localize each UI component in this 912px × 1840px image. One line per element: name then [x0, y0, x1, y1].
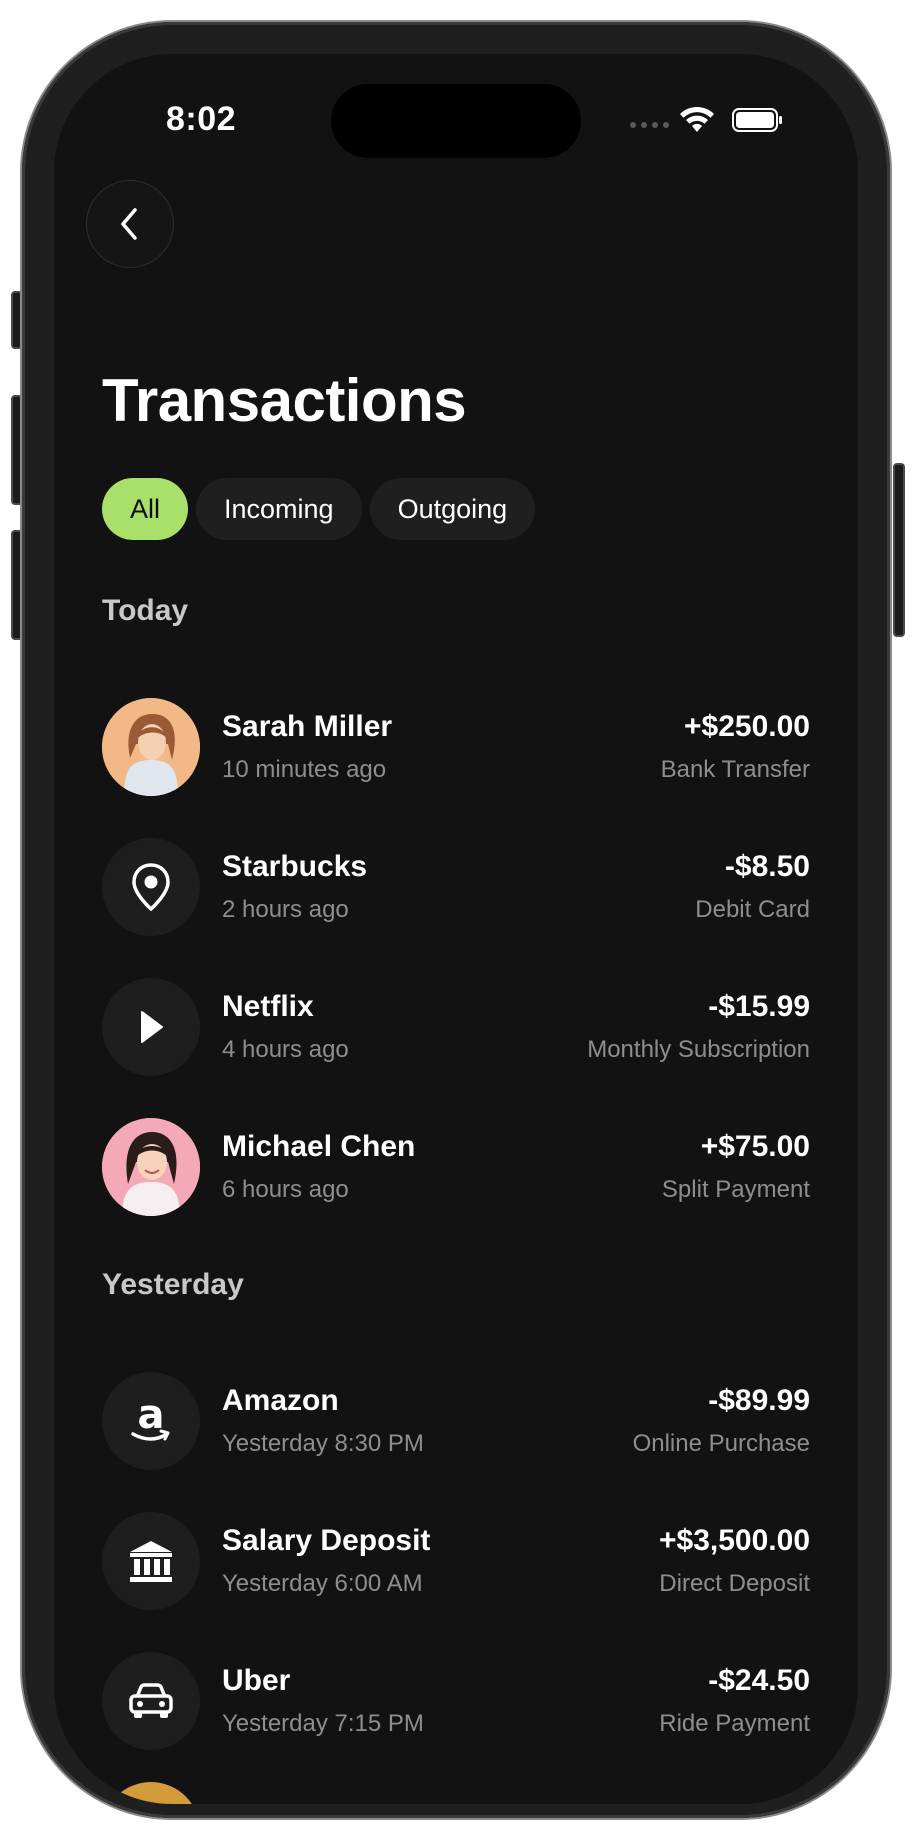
transaction-name: Amazon: [222, 1384, 339, 1417]
section-title-today: Today: [102, 594, 189, 627]
transaction-time: Yesterday 6:00 AM: [222, 1570, 423, 1597]
transaction-row[interactable]: Uber Yesterday 7:15 PM -$24.50 Ride Paym…: [102, 1652, 810, 1750]
transaction-time: 4 hours ago: [222, 1036, 349, 1063]
battery-icon: [732, 108, 782, 132]
transaction-name: Starbucks: [222, 850, 368, 883]
transaction-method: Split Payment: [661, 1176, 810, 1203]
location-pin-icon: [102, 838, 200, 936]
transaction-row[interactable]: Michael Chen 6 hours ago +$75.00 Split P…: [102, 1118, 810, 1216]
transaction-row[interactable]: Netflix 4 hours ago -$15.99 Monthly Subs…: [102, 978, 810, 1076]
transaction-time: 10 minutes ago: [222, 756, 387, 783]
transaction-amount: +$250.00: [684, 710, 810, 743]
transaction-amount: +$3,500.00: [659, 1524, 810, 1557]
transaction-row[interactable]: Salary Deposit Yesterday 6:00 AM +$3,500…: [102, 1512, 810, 1610]
filter-incoming-chip[interactable]: Incoming: [196, 478, 362, 540]
transaction-amount: -$8.50: [724, 850, 810, 883]
transaction-method: Direct Deposit: [659, 1570, 810, 1597]
transaction-method: Online Purchase: [632, 1430, 810, 1457]
avatar: [102, 1118, 200, 1216]
transaction-row[interactable]: Sarah Miller 10 minutes ago +$250.00 Ban…: [102, 698, 810, 796]
transaction-amount: -$89.99: [708, 1384, 810, 1417]
chevron-left-icon: [121, 208, 137, 240]
car-icon: [102, 1652, 200, 1750]
transaction-name: Uber: [222, 1664, 291, 1697]
bank-icon: [102, 1512, 200, 1610]
transaction-time: 6 hours ago: [222, 1176, 349, 1203]
transaction-name: Salary Deposit: [222, 1524, 431, 1557]
transaction-method: Monthly Subscription: [587, 1036, 810, 1063]
transaction-name: Michael Chen: [222, 1130, 416, 1163]
dynamic-island: [331, 84, 581, 158]
app-screen: 8:02 Transactions All Incoming Outgoing …: [54, 54, 858, 1804]
page-title: Transactions: [102, 367, 467, 434]
transaction-row[interactable]: Starbucks 2 hours ago -$8.50 Debit Card: [102, 838, 810, 936]
wifi-icon: [680, 106, 714, 132]
section-title-yesterday: Yesterday: [102, 1268, 244, 1301]
transaction-time: 2 hours ago: [222, 896, 349, 923]
filter-outgoing-chip[interactable]: Outgoing: [369, 478, 536, 540]
cellular-signal-icon: [630, 122, 669, 128]
transaction-time: Yesterday 8:30 PM: [222, 1430, 424, 1457]
filter-tabs: All Incoming Outgoing: [102, 478, 536, 540]
status-bar: 8:02: [54, 54, 858, 184]
play-icon: [102, 978, 200, 1076]
filter-all-chip[interactable]: All: [102, 478, 189, 540]
transaction-amount: -$15.99: [708, 990, 810, 1023]
transaction-amount: -$24.50: [708, 1664, 810, 1697]
transaction-method: Debit Card: [695, 896, 810, 923]
transaction-name: Netflix: [222, 990, 314, 1023]
transaction-method: Bank Transfer: [660, 756, 810, 783]
amazon-logo-icon: a: [102, 1372, 200, 1470]
transaction-time: Yesterday 7:15 PM: [222, 1710, 424, 1737]
transaction-amount: +$75.00: [700, 1130, 810, 1163]
status-time: 8:02: [166, 100, 237, 138]
avatar: [102, 698, 200, 796]
power-button: [893, 463, 905, 637]
transaction-row[interactable]: a Amazon Yesterday 8:30 PM -$89.99 Onlin…: [102, 1372, 810, 1470]
transaction-method: Ride Payment: [659, 1710, 810, 1737]
back-button[interactable]: [86, 180, 174, 268]
transaction-name: Sarah Miller: [222, 710, 393, 743]
